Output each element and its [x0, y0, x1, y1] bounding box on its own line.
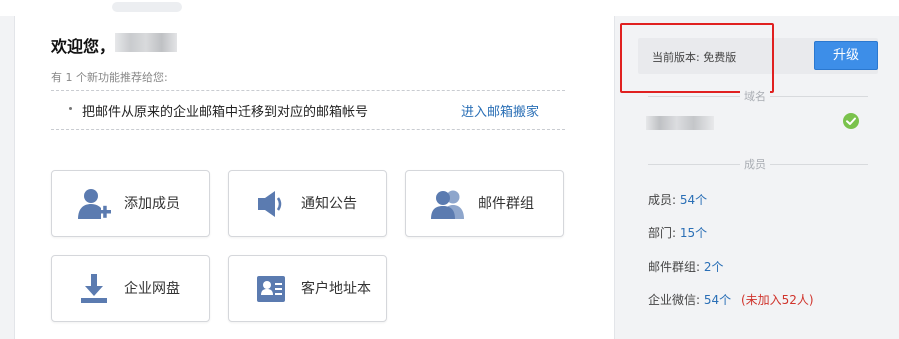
blurred-domain [646, 116, 714, 130]
wechat-not-joined-note: (未加入52人) [740, 293, 814, 307]
member-count-label: 成员: [648, 193, 677, 207]
department-count-row: 部门: 15个 [648, 224, 707, 241]
contact-card-icon [257, 276, 285, 302]
department-count-label: 部门: [648, 226, 677, 240]
verified-check-icon [843, 113, 859, 129]
bullet-dot [69, 107, 72, 110]
members-section-label: 成员 [740, 156, 770, 172]
group-icon [431, 190, 464, 219]
wechat-count-link[interactable]: 54个 [704, 293, 731, 307]
add-member-icon [78, 189, 111, 219]
mail-group-button[interactable]: 邮件群组 [405, 170, 564, 237]
enterprise-drive-button[interactable]: 企业网盘 [51, 255, 210, 322]
blurred-header-text [112, 2, 182, 12]
mail-group-count-link[interactable]: 2个 [704, 260, 724, 274]
member-count-link[interactable]: 54个 [680, 193, 707, 207]
address-book-button[interactable]: 客户地址本 [228, 255, 387, 322]
member-count-row: 成员: 54个 [648, 191, 707, 208]
highlight-box [620, 23, 774, 93]
feature-recommendation: 把邮件从原来的企业邮箱中迁移到对应的邮箱帐号 进入邮箱搬家 [51, 90, 565, 130]
feature-description: 把邮件从原来的企业邮箱中迁移到对应的邮箱帐号 [82, 105, 369, 120]
mail-migration-link[interactable]: 进入邮箱搬家 [461, 101, 539, 120]
blurred-username [115, 33, 177, 52]
enterprise-drive-label: 企业网盘 [124, 281, 180, 297]
department-count-link[interactable]: 15个 [680, 226, 707, 240]
mail-group-count-label: 邮件群组: [648, 260, 701, 274]
speaker-icon [258, 191, 282, 217]
announcement-label: 通知公告 [301, 196, 357, 212]
side-panel: 当前版本: 免费版 升级 域名 成员 成员: 54个 部门: 15个 邮件群组:… [620, 16, 899, 339]
download-icon [81, 274, 107, 303]
add-member-label: 添加成员 [124, 196, 180, 212]
new-feature-hint: 有 1 个新功能推荐给您: [51, 71, 168, 84]
wechat-count-row: 企业微信: 54个 (未加入52人) [648, 291, 814, 308]
upgrade-button[interactable]: 升级 [814, 41, 878, 70]
add-member-button[interactable]: 添加成员 [51, 170, 210, 237]
announcement-button[interactable]: 通知公告 [228, 170, 387, 237]
main-panel: 欢迎您， 有 1 个新功能推荐给您: 把邮件从原来的企业邮箱中迁移到对应的邮箱帐… [14, 16, 615, 339]
mail-group-count-row: 邮件群组: 2个 [648, 258, 724, 275]
top-bar [0, 0, 899, 16]
domain-section-label: 域名 [740, 88, 770, 104]
wechat-count-label: 企业微信: [648, 293, 701, 307]
welcome-text: 欢迎您， [51, 37, 116, 56]
mail-group-label: 邮件群组 [478, 196, 534, 212]
address-book-label: 客户地址本 [301, 281, 371, 297]
